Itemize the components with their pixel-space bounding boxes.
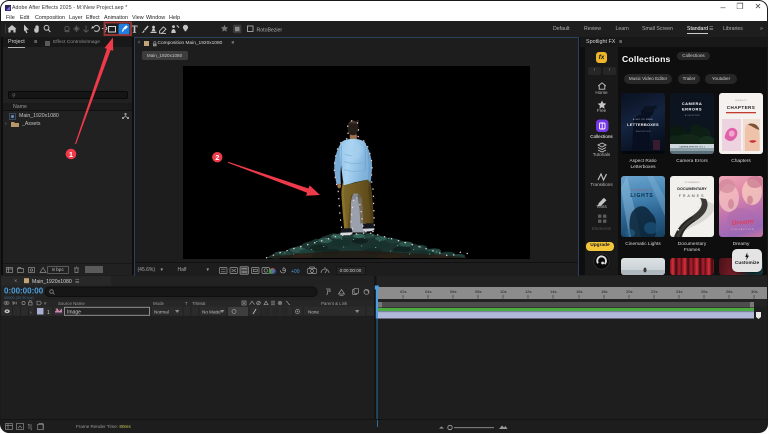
svg-text:Main_1920x1080: Main_1920x1080 xyxy=(32,279,72,285)
svg-text:Parent & Link: Parent & Link xyxy=(321,301,348,306)
svg-text:08s: 08s xyxy=(475,289,481,294)
svg-text:CHAPTERS: CHAPTERS xyxy=(727,105,755,110)
svg-text:14s: 14s xyxy=(550,289,556,294)
svg-text:+00: +00 xyxy=(291,269,300,275)
svg-text:No Matte: No Matte xyxy=(202,309,221,314)
svg-text:A GUIDE TO: A GUIDE TO xyxy=(735,99,747,102)
svg-text:30s: 30s xyxy=(751,289,757,294)
svg-text:04s: 04s xyxy=(425,289,431,294)
svg-text:CINEMATIC: CINEMATIC xyxy=(630,188,653,192)
svg-text:10s: 10s xyxy=(500,289,506,294)
svg-text:×: × xyxy=(14,279,17,285)
svg-text:22s: 22s xyxy=(651,289,657,294)
svg-text:02s: 02s xyxy=(400,289,406,294)
svg-text:TrkMat: TrkMat xyxy=(192,301,206,306)
svg-text:26s: 26s xyxy=(701,289,707,294)
svg-text:16s: 16s xyxy=(576,289,582,294)
svg-text:Image: Image xyxy=(67,309,81,315)
svg-text:CAMERA ERRORS VOL 1: CAMERA ERRORS VOL 1 xyxy=(679,145,706,148)
svg-text:COLLECTION: COLLECTION xyxy=(732,229,755,231)
svg-text:28s: 28s xyxy=(726,289,732,294)
svg-text:FRAMES: FRAMES xyxy=(679,194,706,198)
svg-text:A COLLECTION: A COLLECTION xyxy=(685,114,700,117)
svg-text:06s: 06s xyxy=(450,289,456,294)
svg-text:ERRORS: ERRORS xyxy=(682,107,702,112)
svg-text:00000 (30.00 fps): 00000 (30.00 fps) xyxy=(4,296,34,300)
svg-text:BY FILMMAKERS: BY FILMMAKERS xyxy=(685,181,700,184)
svg-text:BLACK EDITION: BLACK EDITION xyxy=(636,130,651,133)
svg-text:LETTERBOXES: LETTERBOXES xyxy=(627,122,659,127)
svg-text:None: None xyxy=(308,309,319,314)
svg-text:DOCUMENTARY: DOCUMENTARY xyxy=(677,187,707,191)
svg-text:Normal: Normal xyxy=(154,309,169,314)
svg-text:LIGHTS: LIGHTS xyxy=(630,193,653,199)
svg-text:RotoBezier: RotoBezier xyxy=(257,27,283,33)
svg-text:Source Name: Source Name xyxy=(58,301,85,306)
svg-text:24s: 24s xyxy=(676,289,682,294)
svg-text:CAMERA: CAMERA xyxy=(682,101,703,106)
svg-text:20s: 20s xyxy=(626,289,632,294)
svg-text:12s: 12s xyxy=(525,289,531,294)
svg-text:1: 1 xyxy=(47,310,50,316)
svg-text:T: T xyxy=(185,301,188,306)
svg-text:0:00:00:00: 0:00:00:00 xyxy=(4,287,44,296)
svg-text:A SET OF FREE: A SET OF FREE xyxy=(633,118,653,121)
svg-text:18s: 18s xyxy=(601,289,607,294)
svg-text:☰: ☰ xyxy=(75,279,80,285)
svg-text:Mode: Mode xyxy=(153,301,165,306)
